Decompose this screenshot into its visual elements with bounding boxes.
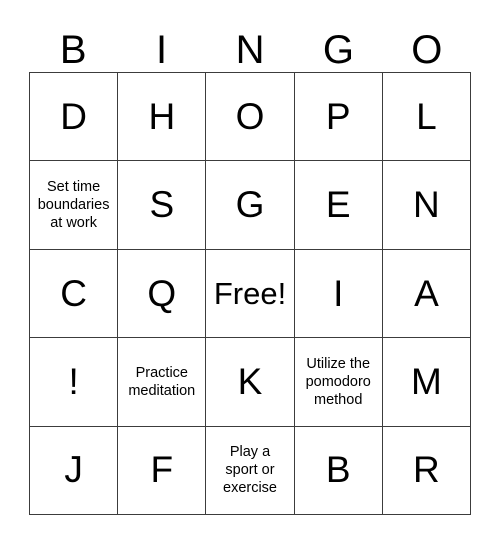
- bingo-cell-text: C: [60, 272, 87, 314]
- bingo-cell-free-space[interactable]: Free!: [206, 249, 295, 339]
- bingo-cell-r5c2[interactable]: F: [118, 426, 207, 516]
- bingo-cell-text: D: [60, 95, 87, 137]
- bingo-cell-text: G: [235, 184, 265, 226]
- bingo-cell-text: R: [413, 449, 440, 491]
- bingo-cell-text: N: [413, 184, 440, 226]
- bingo-cell-r5c5[interactable]: R: [382, 426, 472, 516]
- bingo-cell-r1c3[interactable]: O: [206, 73, 295, 162]
- bingo-row: J F Play a sport or exercise B R: [30, 426, 472, 516]
- bingo-cell-r1c2[interactable]: H: [118, 73, 207, 162]
- header-letter-n: N: [235, 28, 265, 72]
- header-letter-b: B: [59, 28, 87, 72]
- bingo-cell-r3c2[interactable]: Q: [118, 249, 207, 339]
- bingo-row: ! Practice meditation K Utilize the pomo…: [30, 338, 472, 427]
- bingo-cell-text: J: [64, 449, 83, 491]
- bingo-cell-text: Play a sport or exercise: [223, 444, 277, 497]
- free-space-label: Free!: [213, 275, 287, 311]
- bingo-cell-r1c1[interactable]: D: [30, 73, 119, 162]
- bingo-cell-r4c2[interactable]: Practice meditation: [118, 338, 207, 427]
- bingo-cell-r4c3[interactable]: K: [206, 338, 295, 427]
- bingo-row: D H O P L: [30, 73, 472, 162]
- bingo-cell-text: Utilize the pomodoro method: [305, 355, 371, 408]
- bingo-cell-text: E: [325, 184, 351, 226]
- bingo-cell-text: S: [149, 184, 175, 226]
- bingo-cell-text: Q: [147, 272, 177, 314]
- bingo-cell-r4c4[interactable]: Utilize the pomodoro method: [294, 338, 383, 427]
- bingo-cell-r4c5[interactable]: M: [382, 338, 472, 427]
- bingo-row: C Q Free! I A: [30, 249, 472, 339]
- bingo-cell-r2c1[interactable]: Set time boundaries at work: [30, 161, 119, 250]
- bingo-cell-text: L: [416, 95, 437, 137]
- bingo-cell-text: A: [414, 272, 439, 314]
- bingo-header-row: B I N G O: [29, 18, 471, 72]
- bingo-cell-r2c4[interactable]: E: [294, 161, 383, 250]
- bingo-cell-r3c1[interactable]: C: [30, 249, 119, 339]
- bingo-cell-r5c1[interactable]: J: [30, 426, 119, 516]
- bingo-cell-text: I: [333, 272, 344, 314]
- bingo-cell-text: !: [68, 360, 79, 402]
- bingo-row: Set time boundaries at work S G E N: [30, 161, 472, 250]
- bingo-cell-r3c5[interactable]: A: [382, 249, 472, 339]
- bingo-cell-r2c3[interactable]: G: [206, 161, 295, 250]
- bingo-cell-r1c4[interactable]: P: [294, 73, 383, 162]
- bingo-card: B I N G O D H O P L Set time boundaries …: [0, 0, 500, 544]
- header-letter-i: I: [156, 28, 168, 72]
- header-letter-o: O: [411, 28, 443, 72]
- bingo-grid: D H O P L Set time boundaries at work S …: [29, 72, 472, 516]
- bingo-cell-text: M: [411, 360, 442, 402]
- bingo-cell-r3c4[interactable]: I: [294, 249, 383, 339]
- bingo-cell-r2c5[interactable]: N: [382, 161, 472, 250]
- header-letter-g: G: [322, 28, 354, 72]
- bingo-cell-text: P: [325, 95, 351, 137]
- bingo-cell-r5c4[interactable]: B: [294, 426, 383, 516]
- bingo-cell-text: O: [235, 95, 265, 137]
- bingo-cell-r4c1[interactable]: !: [30, 338, 119, 427]
- bingo-cell-text: K: [237, 360, 263, 402]
- bingo-cell-r5c3[interactable]: Play a sport or exercise: [206, 426, 295, 516]
- bingo-cell-text: F: [150, 449, 174, 491]
- bingo-cell-text: B: [325, 449, 351, 491]
- bingo-cell-text: Set time boundaries at work: [37, 179, 110, 232]
- bingo-cell-text: Practice meditation: [128, 364, 196, 399]
- bingo-cell-r2c2[interactable]: S: [118, 161, 207, 250]
- bingo-cell-text: H: [148, 95, 176, 137]
- bingo-cell-r1c5[interactable]: L: [382, 73, 472, 162]
